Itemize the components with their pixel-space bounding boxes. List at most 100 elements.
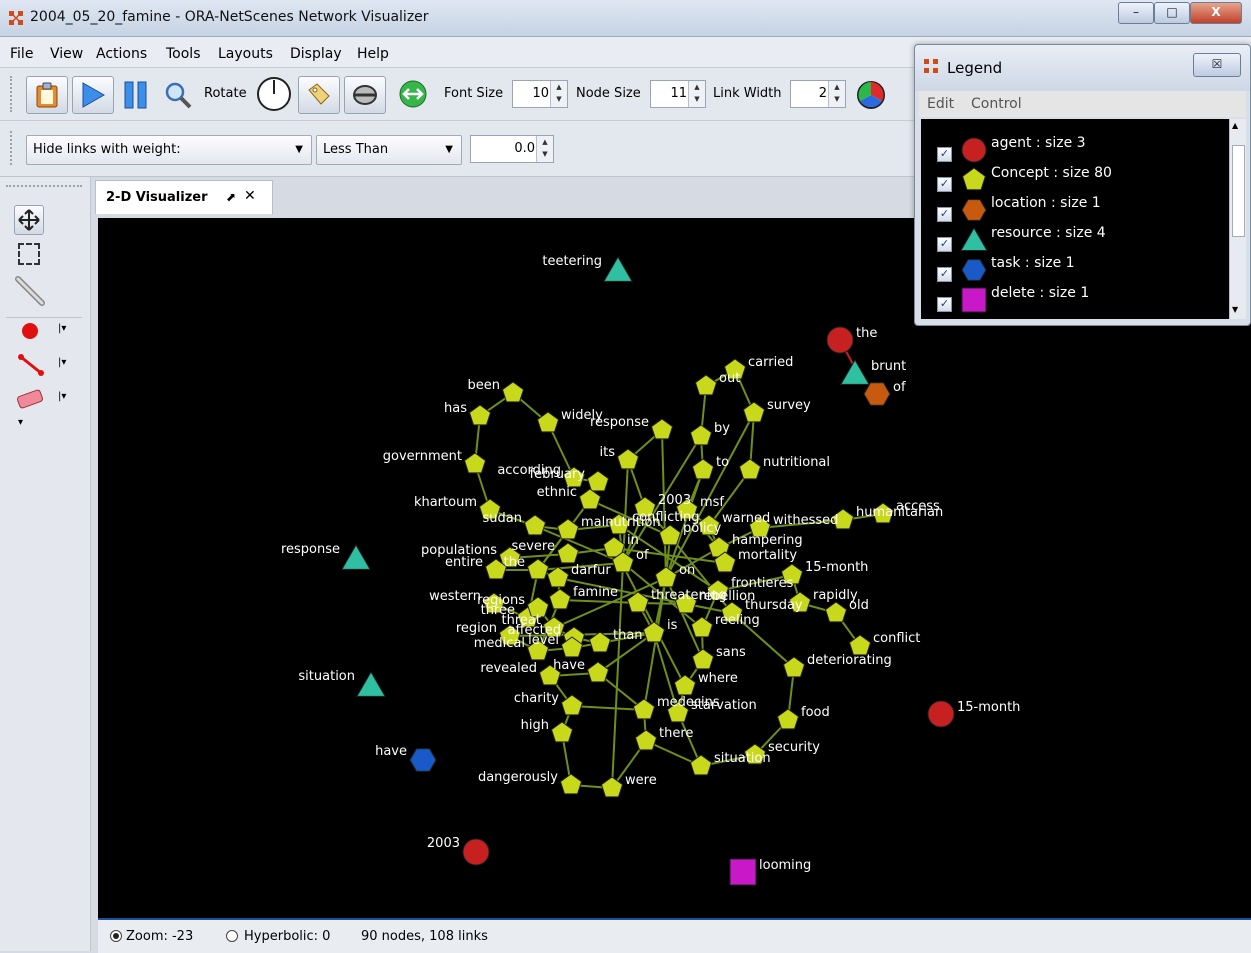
legend-item[interactable]: ✓ task : size 1 [921, 255, 1221, 283]
concept-node[interactable] [689, 754, 713, 776]
tab-2d-visualizer[interactable]: 2-D Visualizer ⬈ ✕ [95, 180, 273, 215]
concept-node[interactable] [634, 729, 658, 751]
menu-help[interactable]: Help [357, 46, 389, 62]
menu-actions[interactable]: Actions [96, 46, 147, 62]
location-node[interactable] [863, 382, 891, 406]
resource-node[interactable] [840, 359, 870, 385]
tab-close-icon[interactable]: ✕ [244, 188, 256, 204]
spinner-arrows-icon[interactable]: ▲ ▼ [536, 136, 553, 162]
add-node-dropdown-icon[interactable]: |▾ [58, 323, 66, 334]
scroll-down-icon[interactable]: ▼ [1232, 305, 1238, 314]
legend-item[interactable]: ✓ location : size 1 [921, 195, 1221, 223]
concept-node[interactable] [848, 634, 872, 656]
pencil-tool-button[interactable] [14, 275, 48, 309]
legend-item[interactable]: ✓ agent : size 3 [921, 135, 1221, 163]
resource-node[interactable] [341, 544, 371, 570]
concept-node[interactable] [526, 558, 550, 580]
links-toggle-button[interactable] [344, 76, 386, 114]
concept-node[interactable] [632, 698, 656, 720]
concept-node[interactable] [654, 566, 678, 588]
select-tool-icon[interactable] [18, 243, 40, 265]
concept-node[interactable] [600, 776, 624, 798]
concept-node[interactable] [738, 458, 762, 480]
hyperbolic-radio[interactable] [226, 930, 238, 942]
concept-node[interactable] [824, 601, 848, 623]
legend-scrollbar[interactable]: ▲ ▼ [1229, 119, 1246, 319]
concept-node[interactable] [463, 452, 487, 474]
agent-node[interactable] [927, 700, 955, 728]
concept-node[interactable] [559, 773, 583, 795]
clipboard-button[interactable] [26, 76, 68, 114]
comparator-select[interactable]: Less Than ▼ [316, 135, 462, 165]
legend-item[interactable]: ✓ resource : size 4 [921, 225, 1221, 253]
concept-node[interactable] [546, 566, 570, 588]
agent-node[interactable] [826, 326, 854, 354]
eraser-tool-button[interactable] [14, 387, 48, 413]
zoom-radio[interactable] [110, 930, 122, 942]
concept-node[interactable] [616, 448, 640, 470]
add-link-dropdown-icon[interactable]: |▾ [58, 357, 66, 368]
concept-node[interactable] [650, 418, 674, 440]
concept-node[interactable] [556, 542, 580, 564]
concept-node[interactable] [689, 424, 713, 446]
concept-node[interactable] [691, 648, 715, 670]
scroll-up-icon[interactable]: ▲ [1232, 121, 1238, 130]
minimize-button[interactable]: – [1118, 2, 1154, 24]
legend-checkbox[interactable]: ✓ [937, 177, 952, 192]
hide-links-select[interactable]: Hide links with weight: ▼ [26, 135, 312, 165]
legend-item[interactable]: ✓ Concept : size 80 [921, 165, 1221, 193]
spinner-arrows-icon[interactable]: ▲ ▼ [828, 81, 845, 107]
spinner-arrows-icon[interactable]: ▲ ▼ [688, 81, 705, 107]
menu-tools[interactable]: Tools [166, 46, 201, 62]
legend-title-bar[interactable]: Legend ☒ [915, 45, 1250, 91]
move-tool-button[interactable] [14, 205, 44, 235]
font-size-spinner[interactable]: 10 ▲ ▼ [512, 80, 568, 108]
delete-node[interactable] [729, 858, 757, 886]
tab-pin-icon[interactable]: ⬈ [226, 190, 236, 204]
legend-item[interactable]: ✓ delete : size 1 [921, 285, 1221, 313]
concept-node[interactable] [782, 656, 806, 678]
add-link-tool-button[interactable] [16, 353, 46, 377]
legend-close-button[interactable]: ☒ [1193, 53, 1241, 77]
search-button[interactable] [163, 80, 195, 110]
spinner-arrows-icon[interactable]: ▲ ▼ [550, 81, 567, 107]
menu-view[interactable]: View [50, 46, 83, 62]
legend-window[interactable]: Legend ☒ Edit Control ✓ agent : size 3 ✓ Co… [914, 44, 1251, 326]
concept-node[interactable] [536, 411, 560, 433]
concept-node[interactable] [550, 721, 574, 743]
menu-layouts[interactable]: Layouts [218, 46, 273, 62]
legend-checkbox[interactable]: ✓ [937, 207, 952, 222]
eraser-dropdown-icon[interactable]: |▾ [58, 391, 66, 402]
play-button[interactable] [72, 76, 114, 114]
concept-node[interactable] [468, 404, 492, 426]
rotate-dial[interactable] [256, 76, 292, 112]
concept-node[interactable] [642, 621, 666, 643]
concept-node[interactable] [560, 694, 584, 716]
pause-button[interactable] [118, 78, 154, 112]
threshold-spinner[interactable]: 0.0 ▲ ▼ [470, 135, 554, 163]
resource-node[interactable] [356, 671, 386, 697]
concept-node[interactable] [742, 401, 766, 423]
concept-node[interactable] [691, 458, 715, 480]
concept-node[interactable] [578, 488, 602, 510]
concept-node[interactable] [548, 588, 572, 610]
node-size-spinner[interactable]: 11 ▲ ▼ [650, 80, 706, 108]
concept-node[interactable] [694, 374, 718, 396]
color-wheel-button[interactable] [856, 80, 886, 110]
concept-node[interactable] [673, 674, 697, 696]
legend-checkbox[interactable]: ✓ [937, 147, 952, 162]
refresh-button[interactable] [396, 78, 430, 110]
legend-menu-edit[interactable]: Edit [927, 96, 954, 112]
add-node-icon[interactable] [22, 323, 38, 339]
agent-node[interactable] [462, 838, 490, 866]
concept-node[interactable] [523, 514, 547, 536]
scroll-thumb[interactable] [1232, 145, 1245, 237]
labels-toggle-button[interactable] [298, 76, 340, 114]
legend-checkbox[interactable]: ✓ [937, 297, 952, 312]
close-button[interactable]: X [1190, 2, 1242, 24]
menu-file[interactable]: File [10, 46, 33, 62]
maximize-button[interactable]: □ [1154, 2, 1190, 24]
concept-node[interactable] [586, 661, 610, 683]
concept-node[interactable] [501, 381, 525, 403]
concept-node[interactable] [556, 518, 580, 540]
